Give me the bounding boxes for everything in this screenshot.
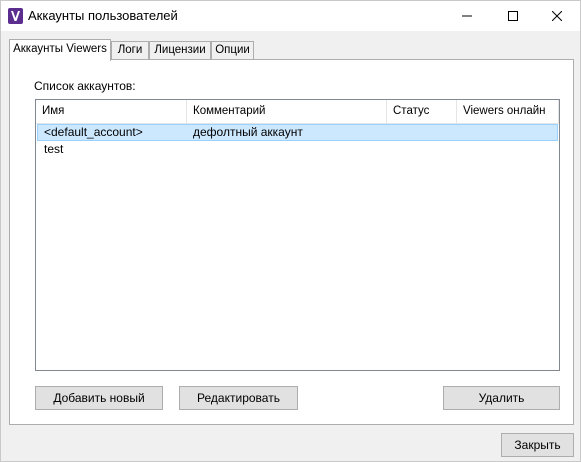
edit-account-button[interactable]: Редактировать [179,386,298,410]
tab-licenses[interactable]: Лицензии [149,41,211,59]
accounts-window: Аккаунты пользователей Аккаунты Viewers … [0,0,581,462]
viewer-app-icon [8,8,23,24]
maximize-icon [508,11,518,21]
minimize-button[interactable] [444,1,490,31]
tab-options[interactable]: Опции [211,41,254,59]
account-name-cell: test [44,142,64,156]
account-comment-cell: дефолтный аккаунт [193,125,303,139]
column-header-name[interactable]: Имя [36,100,187,123]
table-row[interactable]: <default_account> дефолтный аккаунт [37,124,558,141]
title-bar[interactable]: Аккаунты пользователей [1,1,580,31]
maximize-button[interactable] [490,1,536,31]
tab-viewer-accounts[interactable]: Аккаунты Viewers [9,39,111,61]
column-header-viewers-online[interactable]: Viewers онлайн [457,100,559,123]
add-account-button[interactable]: Добавить новый [35,386,163,410]
column-header-status[interactable]: Статус [387,100,457,123]
accounts-list-caption: Список аккаунтов: [34,79,136,93]
window-title: Аккаунты пользователей [28,8,178,23]
minimize-icon [462,15,472,17]
close-window-button[interactable] [534,1,580,31]
account-name-cell: <default_account> [44,125,143,139]
column-header-comment[interactable]: Комментарий [187,100,387,123]
close-button[interactable]: Закрыть [501,433,574,457]
delete-account-button[interactable]: Удалить [443,386,560,410]
close-icon [552,11,562,21]
accounts-list[interactable]: Имя Комментарий Статус Viewers онлайн <d… [35,99,560,371]
tab-logs[interactable]: Логи [111,41,149,59]
list-header: Имя Комментарий Статус Viewers онлайн [36,100,559,124]
table-row[interactable]: test [37,141,558,158]
